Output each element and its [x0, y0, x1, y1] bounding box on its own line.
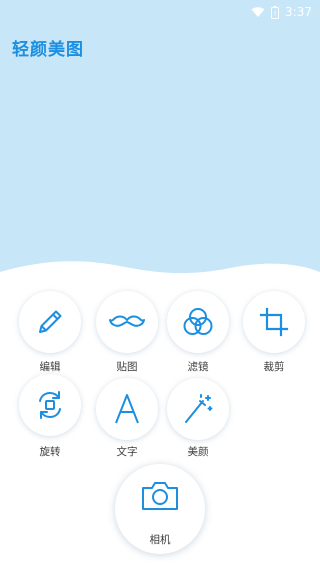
rotate-icon	[39, 391, 61, 419]
tool-label-edit: 编辑	[39, 361, 61, 373]
camera-label: 相机	[149, 534, 171, 546]
beauty-button[interactable]	[167, 378, 229, 440]
crop-button[interactable]	[243, 291, 305, 353]
camera-button[interactable]: 相机	[115, 464, 205, 554]
filter-button[interactable]	[167, 291, 229, 353]
mustache-icon	[109, 315, 145, 327]
tool-label-sticker: 贴图	[116, 361, 138, 373]
wave-divider	[0, 261, 320, 300]
wifi-icon	[251, 7, 265, 17]
status-time: 3:37	[285, 5, 312, 19]
status-bar: ? 3:37	[0, 0, 320, 24]
filter-circles-icon	[183, 308, 213, 335]
svg-text:?: ?	[273, 11, 276, 18]
app-title: 轻颜美图	[12, 40, 84, 60]
battery-icon: ?	[271, 5, 280, 19]
tool-label-beauty: 美颜	[187, 446, 209, 458]
tool-label-rotate: 旋转	[39, 446, 61, 458]
pencil-icon	[39, 310, 62, 333]
sticker-button[interactable]	[96, 291, 158, 353]
tool-label-filter: 滤镜	[187, 361, 209, 373]
camera-icon	[142, 482, 178, 510]
rotate-button[interactable]	[19, 374, 81, 436]
text-button[interactable]	[96, 378, 158, 440]
letter-a-icon	[115, 394, 139, 424]
crop-icon	[259, 307, 289, 337]
magic-wand-icon	[185, 394, 213, 423]
tool-label-crop: 裁剪	[263, 361, 285, 373]
tool-label-text: 文字	[116, 446, 138, 458]
edit-button[interactable]	[19, 291, 81, 353]
